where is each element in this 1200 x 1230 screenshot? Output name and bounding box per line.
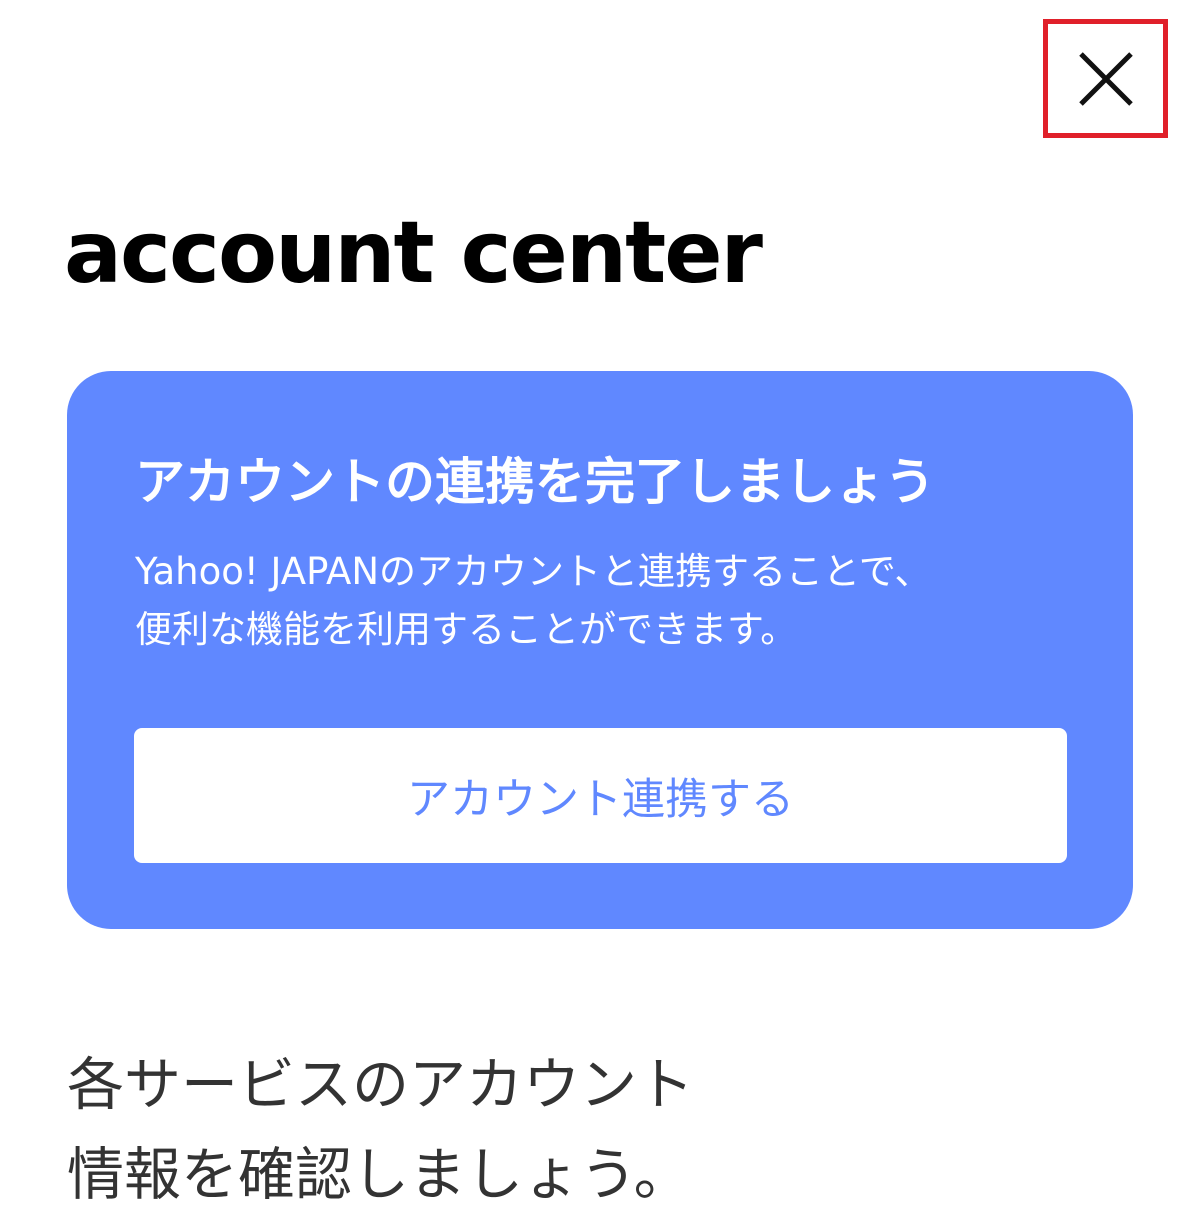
card-description: Yahoo! JAPANのアカウントと連携することで、 便利な機能を利用すること…: [135, 543, 931, 659]
account-link-card: アカウントの連携を完了しましょう Yahoo! JAPANのアカウントと連携する…: [67, 371, 1133, 929]
service-account-info-text: 各サービスのアカウント 情報を確認しましょう。: [67, 1040, 694, 1220]
card-description-line: 便利な機能を利用することができます。: [135, 608, 798, 651]
account-link-button[interactable]: アカウント連携する: [134, 728, 1067, 863]
account-center-page: account center アカウントの連携を完了しましょう Yahoo! J…: [0, 0, 1200, 1230]
card-description-line: Yahoo! JAPANのアカウントと連携することで、: [135, 550, 932, 593]
close-button[interactable]: [1043, 19, 1168, 138]
card-title: アカウントの連携を完了しましょう: [135, 453, 935, 511]
account-center-logo: account center: [64, 203, 763, 303]
info-text-line: 各サービスのアカウント: [67, 1052, 694, 1118]
close-icon: [1078, 51, 1133, 106]
info-text-line: 情報を確認しましょう。: [67, 1142, 691, 1208]
